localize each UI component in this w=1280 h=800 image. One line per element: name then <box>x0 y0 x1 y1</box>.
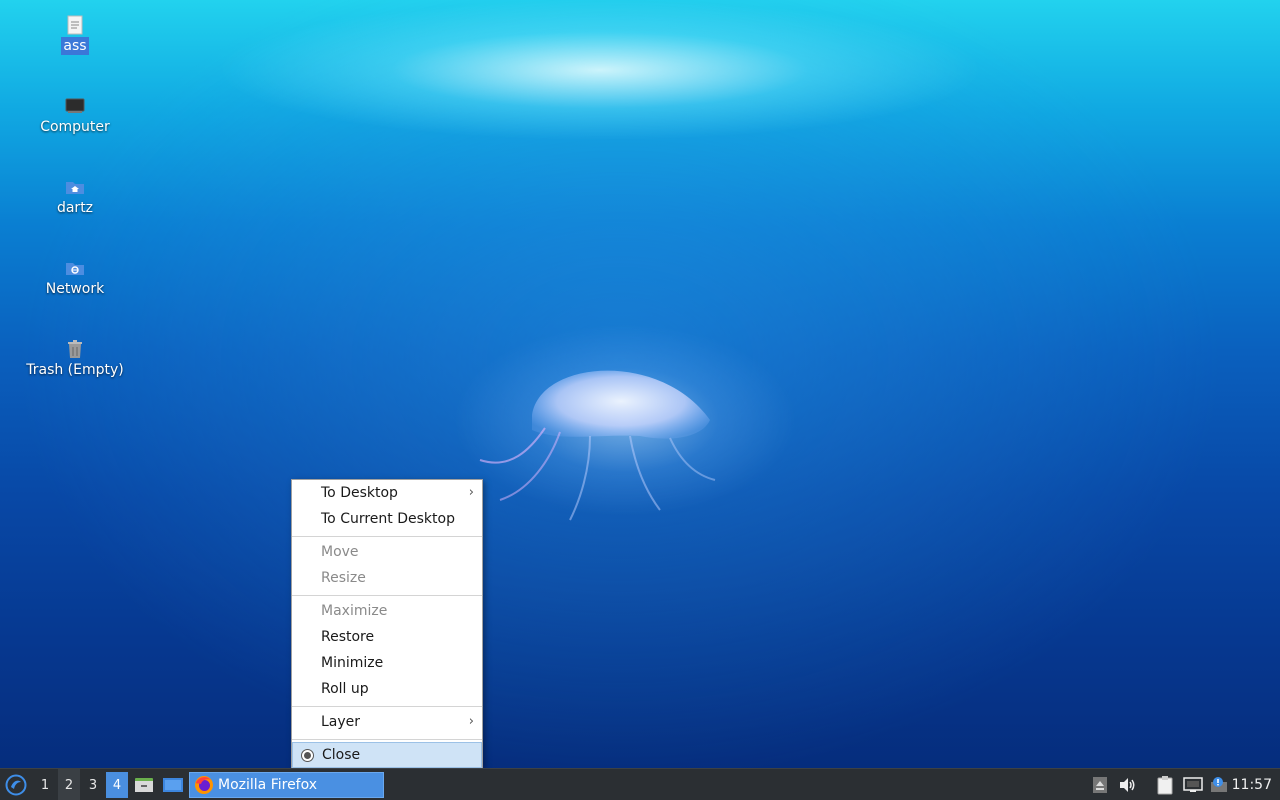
notification-icon <box>1211 777 1227 792</box>
menu-item-maximize: Maximize <box>292 598 482 624</box>
task-label: Mozilla Firefox <box>218 777 318 793</box>
menu-item-label: Resize <box>321 570 366 586</box>
menu-item-label: Minimize <box>321 655 384 671</box>
text-file-icon <box>64 14 86 36</box>
clipboard-icon <box>1157 776 1173 795</box>
radio-bullet-icon <box>301 749 314 762</box>
menu-item-layer[interactable]: Layer › <box>292 709 482 735</box>
notification-tray-button[interactable] <box>1208 769 1230 800</box>
file-manager-icon <box>135 778 153 792</box>
show-desktop-icon <box>163 778 183 792</box>
workspace-2-button[interactable]: 2 <box>58 769 80 800</box>
show-desktop-button[interactable] <box>160 769 186 800</box>
workspace-label: 1 <box>40 777 50 793</box>
menu-item-label: Layer <box>321 714 361 730</box>
desktop-icon-computer[interactable]: Computer <box>20 95 130 136</box>
eject-tray-button[interactable] <box>1090 769 1110 800</box>
desktop-icon-ass[interactable]: ass <box>20 14 130 55</box>
clipboard-tray-button[interactable] <box>1154 769 1176 800</box>
network-icon <box>1183 777 1203 792</box>
desktop-icon-label: Computer <box>40 119 110 135</box>
taskbar-task-firefox[interactable]: Mozilla Firefox <box>189 772 384 798</box>
workspace-4-button[interactable]: 4 <box>106 772 128 798</box>
menu-item-resize: Resize <box>292 565 482 591</box>
chevron-right-icon: › <box>468 714 474 729</box>
firefox-icon <box>195 776 213 794</box>
network-tray-button[interactable] <box>1181 769 1205 800</box>
menu-item-close[interactable]: Close <box>292 742 482 768</box>
volume-tray-button[interactable] <box>1116 769 1140 800</box>
menu-item-label: Close <box>322 747 361 763</box>
file-manager-launcher[interactable] <box>132 769 156 800</box>
network-folder-icon <box>64 257 86 279</box>
trash-icon <box>64 338 86 360</box>
desktop-icon-trash[interactable]: Trash (Empty) <box>20 338 130 379</box>
menu-separator <box>292 595 482 596</box>
workspace-label: 2 <box>64 777 74 793</box>
menu-item-restore[interactable]: Restore <box>292 624 482 650</box>
desktop-icon-label: ass <box>61 37 89 55</box>
desktop-icon-network[interactable]: Network <box>20 257 130 298</box>
workspace-label: 4 <box>112 777 122 793</box>
clock[interactable]: 11:57 <box>1232 769 1272 800</box>
desktop-icon-label: Trash (Empty) <box>26 362 124 378</box>
menu-separator <box>292 536 482 537</box>
home-folder-icon <box>64 176 86 198</box>
taskbar: 1 2 3 4 Mozilla Firefox 11:57 <box>0 768 1280 800</box>
menu-item-to-current-desktop[interactable]: To Current Desktop <box>292 506 482 532</box>
menu-separator <box>292 739 482 740</box>
jellyfish-wallpaper-image <box>479 370 716 521</box>
menu-item-label: To Current Desktop <box>321 511 455 527</box>
eject-icon <box>1093 777 1107 793</box>
menu-item-to-desktop[interactable]: To Desktop › <box>292 480 482 506</box>
workspace-1-button[interactable]: 1 <box>34 769 56 800</box>
desktop-icon-label: dartz <box>56 200 94 216</box>
menu-separator <box>292 706 482 707</box>
lubuntu-logo-icon <box>5 774 27 796</box>
menu-item-label: To Desktop <box>321 485 398 501</box>
desktop-icon-dartz[interactable]: dartz <box>20 176 130 217</box>
desktop-icon-label: Network <box>45 281 105 297</box>
volume-icon <box>1120 778 1135 792</box>
menu-item-label: Maximize <box>321 603 388 619</box>
menu-item-minimize[interactable]: Minimize <box>292 650 482 676</box>
computer-icon <box>64 95 86 117</box>
menu-item-label: Move <box>321 544 359 560</box>
workspace-3-button[interactable]: 3 <box>82 769 104 800</box>
menu-item-move: Move <box>292 539 482 565</box>
menu-item-label: Restore <box>321 629 375 645</box>
menu-item-label: Roll up <box>321 681 369 697</box>
menu-item-roll-up[interactable]: Roll up <box>292 676 482 702</box>
chevron-right-icon: › <box>468 485 474 500</box>
workspace-label: 3 <box>88 777 98 793</box>
window-context-menu: To Desktop › To Current Desktop Move Res… <box>291 479 483 768</box>
start-menu-button[interactable] <box>2 769 30 800</box>
